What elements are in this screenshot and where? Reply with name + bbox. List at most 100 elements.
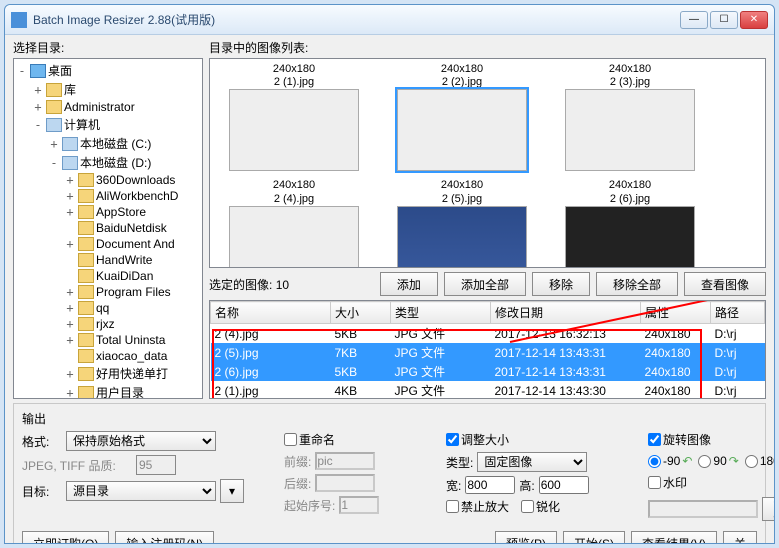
tree-node[interactable]: xiaocao_data xyxy=(16,348,200,364)
tree-node[interactable]: + 本地磁盘 (C:) xyxy=(16,134,200,153)
remove-button[interactable]: 移除 xyxy=(532,272,590,296)
col-date[interactable]: 修改日期 xyxy=(491,302,641,324)
tree-node[interactable]: HandWrite xyxy=(16,252,200,268)
tree-label[interactable]: Document And xyxy=(96,237,175,251)
add-all-button[interactable]: 添加全部 xyxy=(444,272,526,296)
tree-toggle-icon[interactable]: + xyxy=(64,173,76,187)
tree-node[interactable]: + 好用快递单打 xyxy=(16,364,200,383)
width-input[interactable] xyxy=(465,476,515,494)
close-button[interactable]: ✕ xyxy=(740,11,768,29)
tree-label[interactable]: AliWorkbenchD xyxy=(96,189,178,203)
remove-all-button[interactable]: 移除全部 xyxy=(596,272,678,296)
tree-toggle-icon[interactable]: - xyxy=(16,64,28,78)
rot-180-radio[interactable] xyxy=(745,455,758,468)
tree-toggle-icon[interactable]: + xyxy=(64,285,76,299)
file-table[interactable]: 名称 大小 类型 修改日期 属性 路径 2 (4).jpg5KBJPG 文件20… xyxy=(209,300,766,399)
table-row[interactable]: 2 (6).jpg5KBJPG 文件2017-12-14 13:43:31240… xyxy=(211,362,765,381)
tree-label[interactable]: rjxz xyxy=(96,317,115,331)
close-app-button[interactable]: 关 xyxy=(723,531,757,543)
tree-toggle-icon[interactable]: + xyxy=(64,205,76,219)
tree-node[interactable]: + Total Uninsta xyxy=(16,332,200,348)
tree-label[interactable]: xiaocao_data xyxy=(96,349,167,363)
col-type[interactable]: 类型 xyxy=(391,302,491,324)
tree-label[interactable]: KuaiDiDan xyxy=(96,269,153,283)
tree-label[interactable]: BaiduNetdisk xyxy=(96,221,167,235)
tree-node[interactable]: + qq xyxy=(16,300,200,316)
resize-checkbox[interactable] xyxy=(446,433,459,446)
tree-label[interactable]: qq xyxy=(96,301,109,315)
tree-node[interactable]: KuaiDiDan xyxy=(16,268,200,284)
tree-toggle-icon[interactable]: + xyxy=(64,189,76,203)
tree-node[interactable]: + 用户目录 xyxy=(16,383,200,399)
rename-checkbox[interactable] xyxy=(284,433,297,446)
tree-toggle-icon[interactable]: + xyxy=(64,317,76,331)
tree-label[interactable]: 好用快递单打 xyxy=(96,365,168,382)
tree-toggle-icon[interactable]: + xyxy=(64,333,76,347)
tree-label[interactable]: Total Uninsta xyxy=(96,333,165,347)
col-size[interactable]: 大小 xyxy=(331,302,391,324)
type-select[interactable]: 固定图像 xyxy=(477,452,587,472)
tree-label[interactable]: Administrator xyxy=(64,100,135,114)
tree-node[interactable]: - 桌面 xyxy=(16,61,200,80)
tree-toggle-icon[interactable]: - xyxy=(48,156,60,170)
tree-label[interactable]: 360Downloads xyxy=(96,173,175,187)
tree-label[interactable]: 库 xyxy=(64,81,76,98)
watermark-checkbox[interactable] xyxy=(648,476,661,489)
format-select[interactable]: 保持原始格式 xyxy=(66,431,216,451)
col-name[interactable]: 名称 xyxy=(211,302,331,324)
tree-toggle-icon[interactable]: + xyxy=(48,137,60,151)
tree-toggle-icon[interactable]: + xyxy=(64,367,76,381)
maximize-button[interactable]: ☐ xyxy=(710,11,738,29)
tree-label[interactable]: 计算机 xyxy=(64,116,100,133)
tree-node[interactable]: + Administrator xyxy=(16,99,200,115)
directory-tree[interactable]: -桌面+库+Administrator-计算机+本地磁盘 (C:)-本地磁盘 (… xyxy=(13,58,203,399)
tree-node[interactable]: + rjxz xyxy=(16,316,200,332)
view-image-button[interactable]: 查看图像 xyxy=(684,272,766,296)
add-button[interactable]: 添加 xyxy=(380,272,438,296)
height-input[interactable] xyxy=(539,476,589,494)
tree-label[interactable]: HandWrite xyxy=(96,253,152,267)
tree-toggle-icon[interactable]: + xyxy=(64,237,76,251)
tree-label[interactable]: 本地磁盘 (D:) xyxy=(80,154,151,171)
thumbnail-area[interactable]: 240x1802 (1).jpg240x1802 (2).jpg240x1802… xyxy=(209,58,766,268)
tree-node[interactable]: - 计算机 xyxy=(16,115,200,134)
tree-toggle-icon[interactable]: + xyxy=(32,100,44,114)
thumbnail[interactable]: 240x1802 (1).jpg xyxy=(214,63,374,171)
tree-node[interactable]: + Document And xyxy=(16,236,200,252)
tree-node[interactable]: + AppStore xyxy=(16,204,200,220)
sharpen-checkbox[interactable] xyxy=(521,500,534,513)
tree-node[interactable]: BaiduNetdisk xyxy=(16,220,200,236)
preview-button[interactable]: 预览(P) xyxy=(495,531,557,543)
tree-label[interactable]: Program Files xyxy=(96,285,171,299)
target-browse-button[interactable]: ▾ xyxy=(220,479,244,503)
view-result-button[interactable]: 查看结果(V) xyxy=(631,531,717,543)
no-enlarge-checkbox[interactable] xyxy=(446,500,459,513)
tree-label[interactable]: 本地磁盘 (C:) xyxy=(80,135,151,152)
start-button[interactable]: 开始(S) xyxy=(563,531,625,543)
table-row[interactable]: 2 (5).jpg7KBJPG 文件2017-12-14 13:43:31240… xyxy=(211,343,765,362)
rot-90-radio[interactable] xyxy=(698,455,711,468)
tree-node[interactable]: +360Downloads xyxy=(16,172,200,188)
tree-label[interactable]: 桌面 xyxy=(48,62,72,79)
tree-node[interactable]: + AliWorkbenchD xyxy=(16,188,200,204)
tree-label[interactable]: 用户目录 xyxy=(96,384,144,399)
tree-toggle-icon[interactable]: + xyxy=(64,301,76,315)
rotate-checkbox[interactable] xyxy=(648,433,661,446)
regcode-button[interactable]: 输入注册码(N) xyxy=(115,531,214,543)
table-row[interactable]: 2 (4).jpg5KBJPG 文件2017-12-13 16:32:13240… xyxy=(211,324,765,344)
thumbnail[interactable]: 240x1802 (2).jpg xyxy=(382,63,542,171)
thumbnail[interactable]: 240x1802 (3).jpg xyxy=(550,63,710,171)
minimize-button[interactable]: — xyxy=(680,11,708,29)
order-button[interactable]: 立即订购(O) xyxy=(22,531,109,543)
tree-node[interactable]: + Program Files xyxy=(16,284,200,300)
table-row[interactable]: 2 (1).jpg4KBJPG 文件2017-12-14 13:43:30240… xyxy=(211,381,765,399)
tree-label[interactable]: AppStore xyxy=(96,205,146,219)
tree-node[interactable]: +库 xyxy=(16,80,200,99)
col-attr[interactable]: 属性 xyxy=(641,302,711,324)
thumbnail[interactable]: 240x1802 (6).jpg xyxy=(550,179,710,268)
tree-toggle-icon[interactable]: - xyxy=(32,118,44,132)
col-path[interactable]: 路径 xyxy=(711,302,765,324)
tree-toggle-icon[interactable]: + xyxy=(64,386,76,400)
thumbnail[interactable]: 240x1802 (5).jpg xyxy=(382,179,542,268)
thumbnail[interactable]: 240x1802 (4).jpg xyxy=(214,179,374,268)
